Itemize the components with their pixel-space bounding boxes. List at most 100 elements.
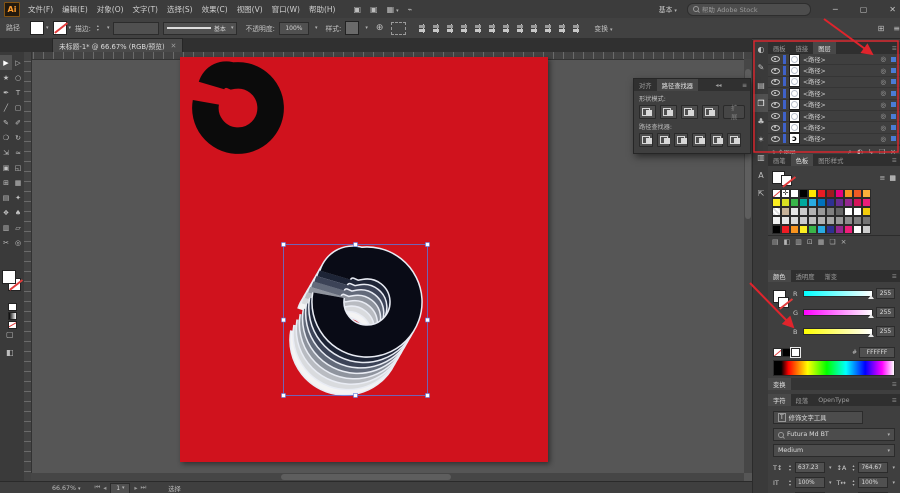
pathfinder-button-6[interactable]	[727, 133, 742, 147]
color-panel-icon[interactable]: ◐	[753, 40, 769, 58]
slider-g[interactable]: G 255	[793, 307, 895, 318]
slider-value[interactable]: 255	[876, 288, 895, 299]
swatch-2-1[interactable]	[772, 198, 781, 207]
color-button[interactable]	[7, 303, 17, 311]
selection-handle[interactable]	[425, 393, 430, 398]
swatch-2-11[interactable]	[862, 198, 871, 207]
target-circle-icon[interactable]: ◎	[880, 55, 886, 63]
brush-definition-dropdown[interactable]: 基本 ▾	[163, 21, 238, 35]
shape-mode-button-1[interactable]	[639, 105, 656, 119]
gradient-button[interactable]	[7, 312, 17, 320]
selection-handle[interactable]	[425, 317, 430, 323]
swatch-2-4[interactable]	[799, 198, 808, 207]
swatch-4-5[interactable]	[808, 216, 817, 225]
swatch-5-7[interactable]	[826, 225, 835, 234]
zoom-level-select[interactable]: 66.67% ▾	[52, 485, 81, 492]
align-icon-3[interactable]	[446, 23, 457, 34]
swatch-5-8[interactable]	[835, 225, 844, 234]
align-icon-4[interactable]	[460, 23, 471, 34]
swatch-2-10[interactable]	[853, 198, 862, 207]
rectangle-tool[interactable]: ▢	[12, 100, 24, 115]
stroke-color-control[interactable]: ▾	[52, 21, 71, 35]
font-style-select[interactable]: Medium ▾	[773, 444, 895, 457]
tab-artboards[interactable]: 画板	[768, 42, 791, 54]
swatch-3-11[interactable]	[862, 207, 871, 216]
symbol-sprayer-tool[interactable]: ♠	[12, 205, 24, 220]
black-c-glyph[interactable]	[205, 75, 270, 141]
target-circle-icon[interactable]: ◎	[880, 124, 886, 132]
layer-thumbnail[interactable]	[789, 99, 800, 111]
next-artboard-icon[interactable]: ▸	[134, 485, 137, 492]
selection-tool[interactable]: ▶	[0, 55, 12, 70]
menu-效果(C)[interactable]: 效果(C)	[202, 4, 228, 15]
target-circle-icon[interactable]: ◎	[880, 101, 886, 109]
tab-paragraph[interactable]: 段落	[791, 394, 814, 406]
layer-name[interactable]: <路径>	[803, 66, 877, 75]
layer-row-8[interactable]: ɔ <路径> ◎	[768, 133, 900, 146]
slider-b[interactable]: B 255	[793, 326, 895, 337]
pathfinder-button-1[interactable]	[639, 133, 653, 147]
zoom-tool[interactable]: ◎	[12, 235, 24, 250]
layer-row-2[interactable]: <路径> ◎	[768, 65, 900, 77]
paintbrush-tool[interactable]: ✎	[0, 115, 12, 130]
bridge-icon[interactable]: ▣	[353, 5, 361, 14]
swatch-4-1[interactable]	[772, 216, 781, 225]
layer-row-3[interactable]: <路径> ◎	[768, 76, 900, 89]
perspective-grid-tool[interactable]: ⊞	[0, 175, 12, 190]
swatch-1-8[interactable]	[835, 189, 844, 198]
menu-对象(O)[interactable]: 对象(O)	[97, 4, 124, 15]
slider-knob[interactable]	[868, 295, 874, 299]
shape-mode-button-2[interactable]	[660, 105, 677, 119]
swatch-5-2[interactable]	[781, 225, 790, 234]
layer-name[interactable]: <路径>	[803, 89, 877, 98]
swatch-1-7[interactable]	[826, 189, 835, 198]
brushes-panel-icon[interactable]: ✎	[753, 58, 769, 76]
stroke-swatch[interactable]	[52, 21, 67, 35]
leading-field[interactable]: ↕A ▴ ▾ 764.67 ▾	[836, 462, 895, 473]
target-circle-icon[interactable]: ◎	[880, 89, 886, 97]
opacity-input[interactable]: 100%	[278, 21, 309, 35]
delete-swatch-icon[interactable]: ⨯	[841, 238, 847, 246]
blend-object[interactable]	[306, 262, 406, 379]
fill-stroke-control[interactable]	[0, 268, 24, 298]
swatch-3-6[interactable]	[817, 207, 826, 216]
swatch-4-3[interactable]	[790, 216, 799, 225]
swatch-4-4[interactable]	[799, 216, 808, 225]
shape-mode-button-3[interactable]	[681, 105, 698, 119]
align-icon-6[interactable]	[488, 23, 499, 34]
layer-name[interactable]: <路径>	[803, 134, 877, 143]
column-graph-tool[interactable]: ▥	[0, 220, 12, 235]
last-artboard-icon[interactable]: ⏭	[141, 484, 147, 492]
swatch-1-4[interactable]	[799, 189, 808, 198]
align-icon-12[interactable]	[572, 23, 583, 34]
selection-handle[interactable]	[281, 393, 286, 398]
pathfinder-button-4[interactable]	[692, 133, 706, 147]
lasso-tool[interactable]: ○	[12, 70, 24, 85]
swatch-3-4[interactable]	[799, 207, 808, 216]
swatch-options-icon[interactable]: ⊡	[807, 238, 813, 246]
menu-文字(T)[interactable]: 文字(T)	[133, 4, 158, 15]
list-view-icon[interactable]: ≡	[880, 174, 886, 182]
color-menu-icon[interactable]: ≡	[892, 273, 897, 280]
slider-track[interactable]	[803, 290, 874, 299]
menu-编辑(E)[interactable]: 编辑(E)	[62, 4, 88, 15]
control-dock-icon-2[interactable]: ≡	[893, 24, 900, 33]
slider-track[interactable]	[803, 328, 874, 337]
visibility-eye-icon[interactable]	[771, 101, 780, 108]
type-tool[interactable]: T	[12, 85, 24, 100]
color-themes-icon[interactable]: ◧	[784, 238, 791, 246]
swatch-1-9[interactable]	[844, 189, 853, 198]
swatch-2-6[interactable]	[817, 198, 826, 207]
character-menu-icon[interactable]: ≡	[892, 397, 897, 404]
prev-artboard-icon[interactable]: ◂	[103, 485, 106, 492]
menu-文件(F)[interactable]: 文件(F)	[28, 4, 53, 15]
align-icon-11[interactable]	[558, 23, 569, 34]
selection-handle[interactable]	[281, 317, 286, 323]
swatch-2-3[interactable]	[790, 198, 799, 207]
swatch-1-2[interactable]: ✛	[781, 189, 790, 198]
mesh-tool[interactable]: ▦	[12, 175, 24, 190]
horizontal-scrollbar[interactable]	[31, 473, 744, 481]
align-icon-1[interactable]	[418, 23, 429, 34]
horizontal-scale-field[interactable]: T↔ ▴ ▾ 100% ▾	[836, 477, 895, 488]
align-icon-7[interactable]	[502, 23, 513, 34]
